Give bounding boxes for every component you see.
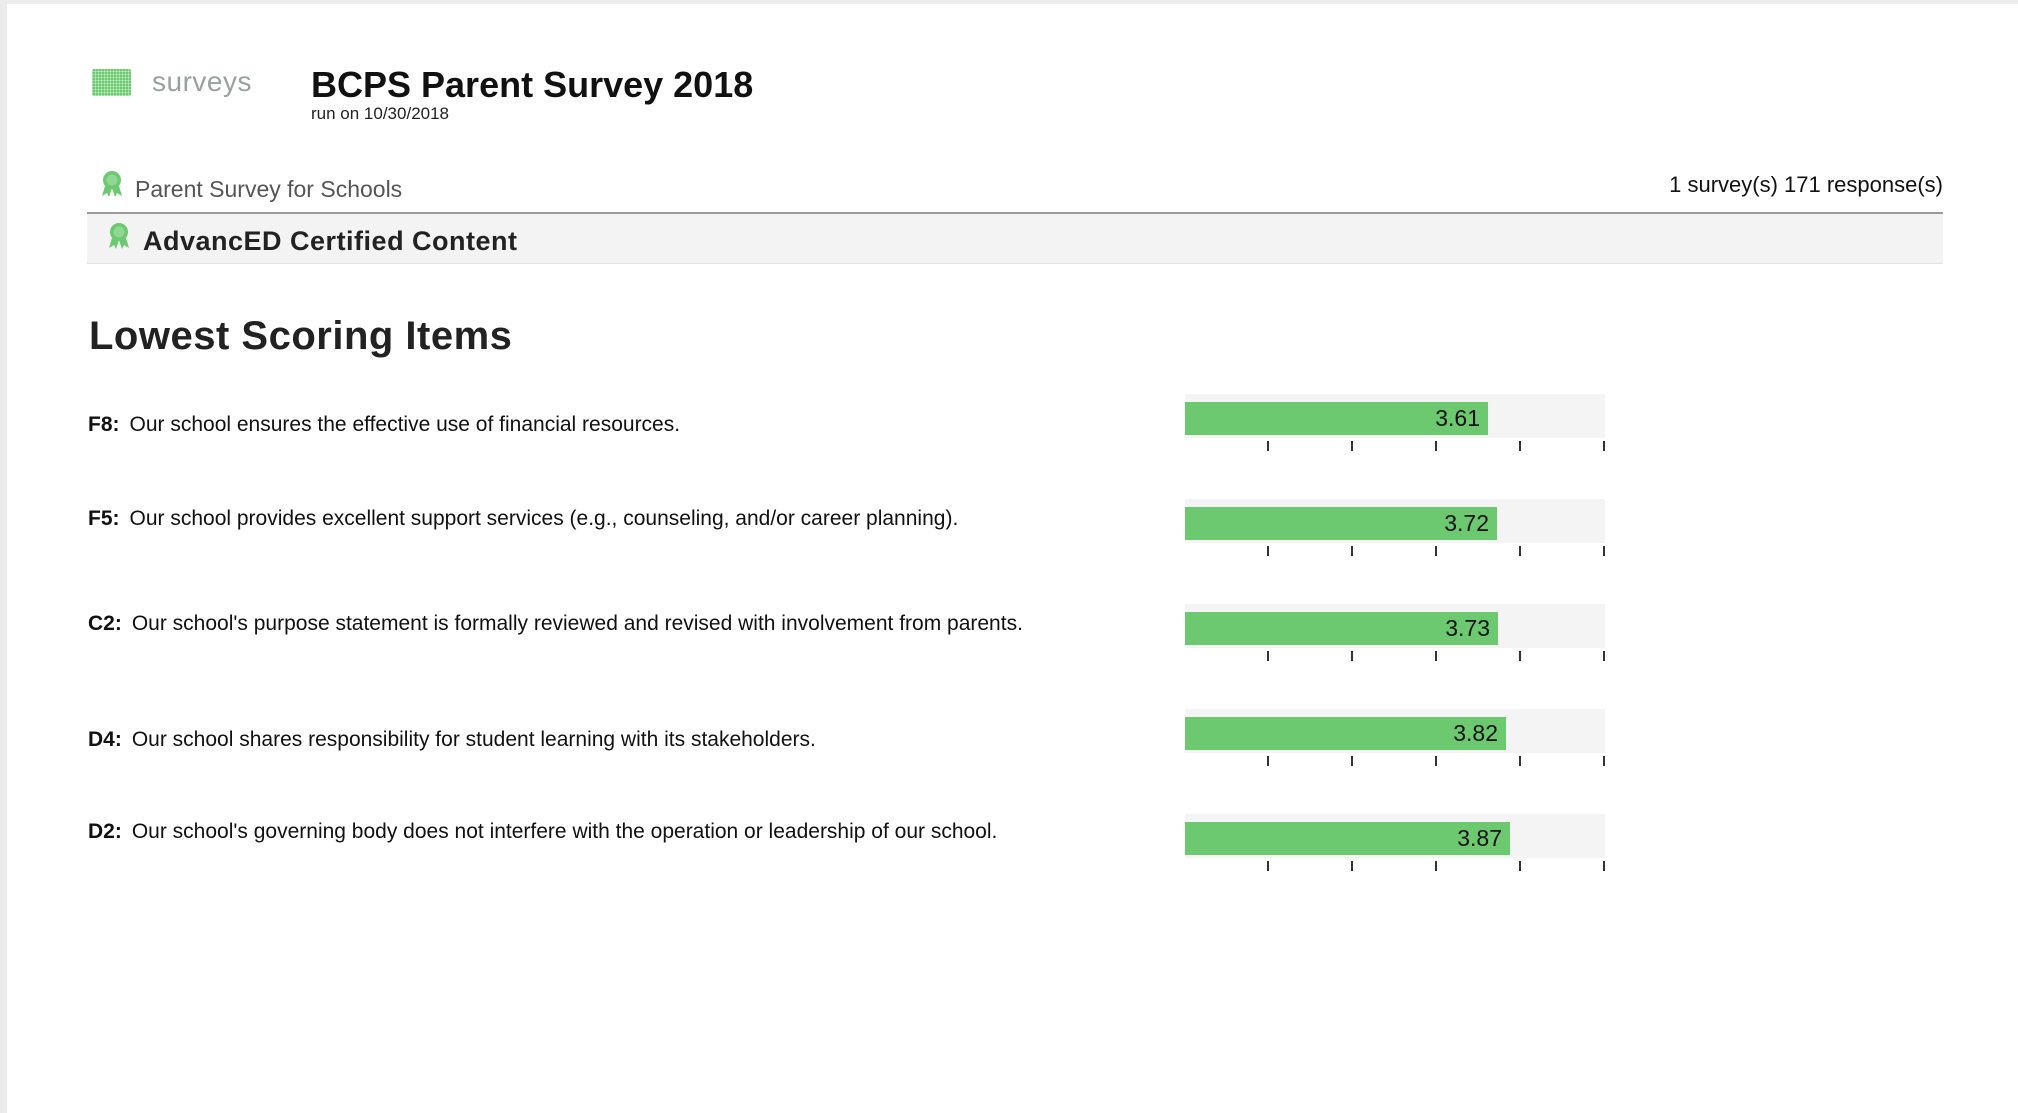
score-value: 3.72	[1444, 510, 1489, 536]
axis-tick	[1351, 546, 1353, 556]
axis-tick	[1603, 651, 1605, 661]
report-page: surveys BCPS Parent Survey 2018 run on 1…	[7, 4, 2018, 1113]
score-bar: 3.61	[1185, 394, 1605, 464]
item-text: Our school shares responsibility for stu…	[131, 728, 816, 751]
score-item: C2: Our school's purpose statement is for…	[88, 604, 1648, 694]
score-value: 3.82	[1453, 720, 1498, 746]
axis-tick	[1435, 441, 1437, 451]
grid-icon	[92, 68, 131, 96]
score-bar-fill: 3.82	[1185, 717, 1506, 750]
score-axis	[1185, 756, 1605, 766]
surveys-logo[interactable]: surveys	[92, 66, 252, 98]
item-text: Our school ensures the effective use of …	[129, 413, 681, 436]
certification-label: AdvancED Certified Content	[143, 226, 518, 256]
award-ribbon-icon	[109, 223, 129, 249]
section-heading: Lowest Scoring Items	[89, 314, 513, 358]
item-question: C2: Our school's purpose statement is for…	[88, 613, 1048, 634]
item-question: F5: Our school provides excellent support…	[88, 508, 1048, 529]
score-axis	[1185, 441, 1605, 451]
axis-tick	[1435, 651, 1437, 661]
score-item: F8: Our school ensures the effective use …	[88, 394, 1648, 484]
axis-tick	[1435, 861, 1437, 871]
axis-tick	[1351, 651, 1353, 661]
axis-tick	[1603, 441, 1605, 451]
item-code: C2:	[88, 612, 122, 635]
axis-tick	[1435, 546, 1437, 556]
score-value: 3.61	[1435, 405, 1480, 431]
score-bar-fill: 3.61	[1185, 402, 1488, 435]
item-question: F8: Our school ensures the effective use …	[88, 414, 1048, 435]
score-item: D2: Our school's governing body does not …	[88, 814, 1648, 904]
survey-info-row: Parent Survey for Schools 1 survey(s) 17…	[87, 164, 1943, 214]
axis-tick	[1351, 756, 1353, 766]
item-question: D4: Our school shares responsibility for …	[88, 729, 1048, 750]
score-axis	[1185, 546, 1605, 556]
axis-tick	[1435, 756, 1437, 766]
item-text: Our school's governing body does not int…	[131, 820, 998, 843]
axis-tick	[1603, 756, 1605, 766]
item-code: F8:	[88, 413, 120, 436]
score-bar-fill: 3.72	[1185, 507, 1497, 540]
score-item: D4: Our school shares responsibility for …	[88, 709, 1648, 799]
axis-tick	[1267, 651, 1269, 661]
score-bar: 3.72	[1185, 499, 1605, 569]
page-title: BCPS Parent Survey 2018	[311, 64, 754, 105]
axis-tick	[1267, 861, 1269, 871]
item-code: D2:	[88, 820, 122, 843]
axis-tick	[1603, 546, 1605, 556]
axis-tick	[1267, 441, 1269, 451]
item-text: Our school's purpose statement is formal…	[131, 612, 1023, 635]
axis-tick	[1603, 861, 1605, 871]
score-item: F5: Our school provides excellent support…	[88, 499, 1648, 589]
certification-bar: AdvancED Certified Content	[87, 214, 1943, 264]
award-ribbon-icon	[102, 171, 122, 197]
axis-tick	[1351, 861, 1353, 871]
axis-tick	[1351, 441, 1353, 451]
item-text: Our school provides excellent support se…	[129, 507, 959, 530]
axis-tick	[1267, 546, 1269, 556]
axis-tick	[1519, 441, 1521, 451]
score-axis	[1185, 651, 1605, 661]
score-bar-fill: 3.87	[1185, 822, 1510, 855]
score-bar: 3.73	[1185, 604, 1605, 674]
axis-tick	[1519, 756, 1521, 766]
score-bar-fill: 3.73	[1185, 612, 1498, 645]
survey-response-count: 1 survey(s) 171 response(s)	[1669, 172, 1943, 197]
item-question: D2: Our school's governing body does not …	[88, 821, 1048, 842]
axis-tick	[1519, 651, 1521, 661]
score-axis	[1185, 861, 1605, 871]
survey-name: Parent Survey for Schools	[135, 176, 403, 202]
score-bar: 3.82	[1185, 709, 1605, 779]
score-bar: 3.87	[1185, 814, 1605, 884]
score-value: 3.73	[1445, 615, 1490, 641]
run-date: run on 10/30/2018	[311, 104, 450, 123]
score-value: 3.87	[1457, 825, 1502, 851]
logo-text: surveys	[152, 66, 252, 97]
axis-tick	[1519, 546, 1521, 556]
item-code: F5:	[88, 507, 120, 530]
axis-tick	[1267, 756, 1269, 766]
axis-tick	[1519, 861, 1521, 871]
item-code: D4:	[88, 728, 122, 751]
